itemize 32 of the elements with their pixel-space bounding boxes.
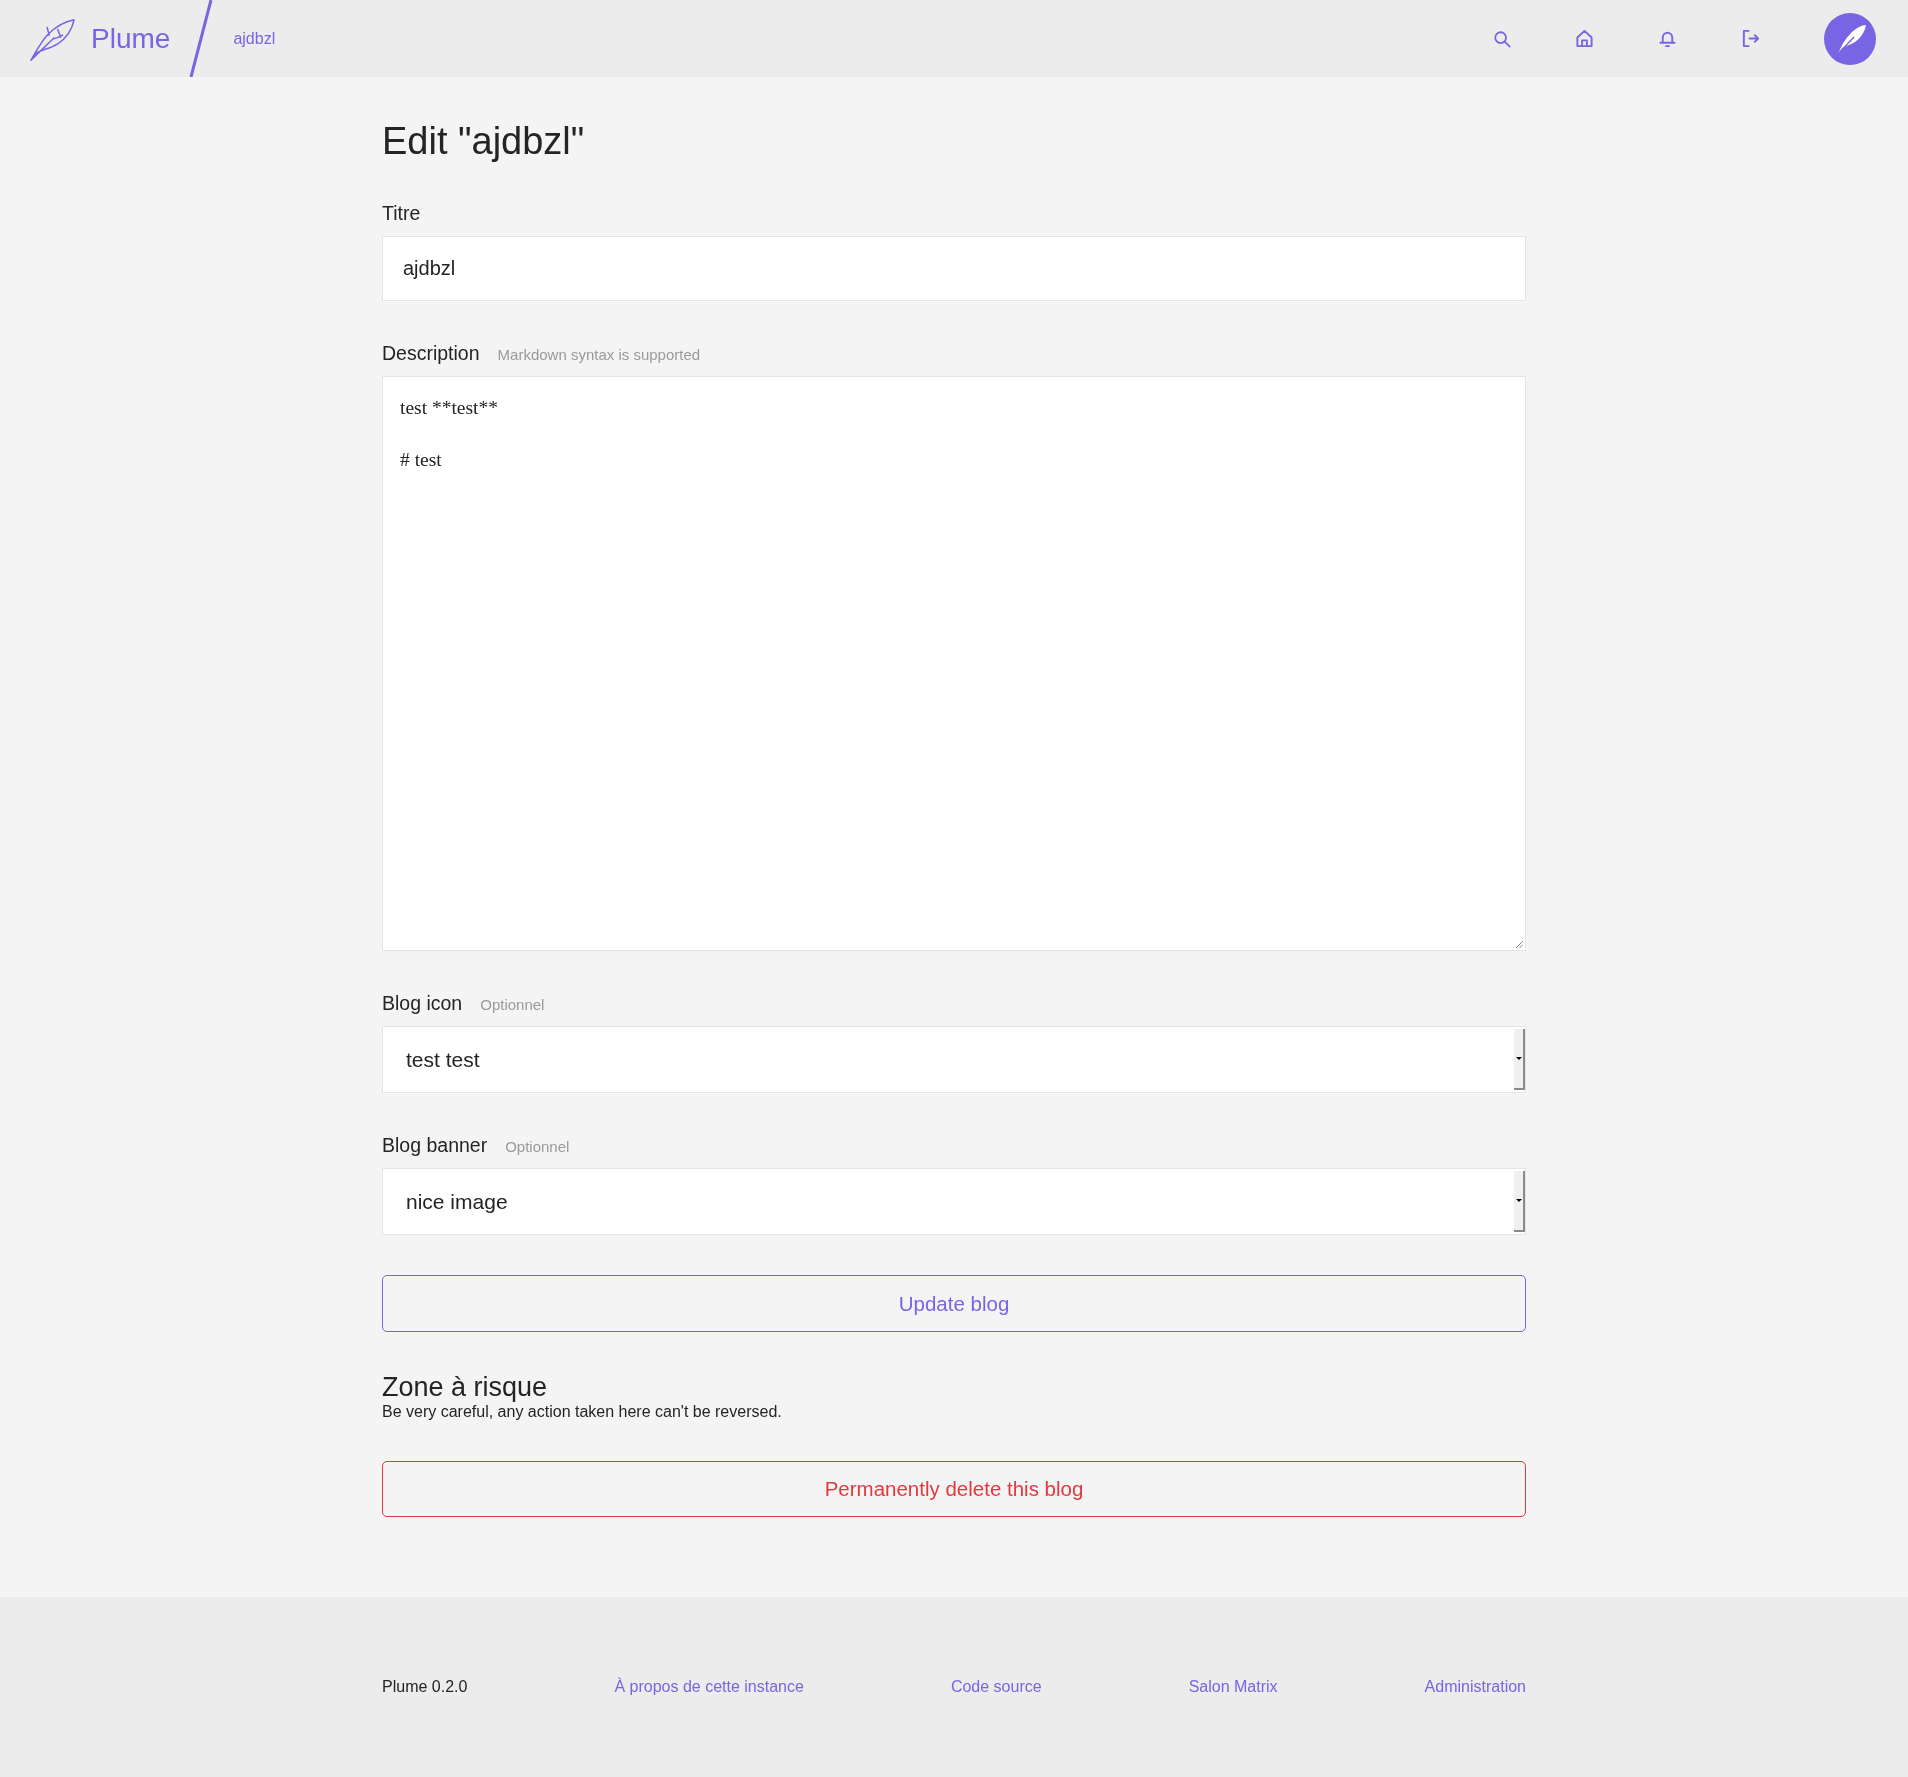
select-field[interactable]: nice image [382,1168,1526,1235]
update-button[interactable]: Update blog [382,1275,1526,1332]
version-text: Plume 0.2.0 [382,1678,468,1696]
textarea-field[interactable]: test **test** # test [382,376,1526,951]
field-label: Blog icon [382,991,463,1015]
warning-text: Be very careful, any action taken here can't be reversed. [382,1403,783,1421]
home-icon[interactable] [1575,29,1594,48]
resize-handle-icon[interactable] [1515,940,1523,948]
field-label: Description [382,341,480,365]
field-label: Titre [382,201,421,225]
field-label: Blog banner [382,1133,488,1157]
delete-button[interactable]: Permanently delete this blog [382,1461,1526,1517]
footer-link[interactable]: À propos de cette instance [614,1678,804,1696]
blog-link[interactable]: ajdbzl [233,29,276,48]
footer-link[interactable]: Salon Matrix [1188,1678,1278,1696]
text-field[interactable]: ajdbzl [382,236,1526,301]
caret-icon[interactable] [1514,1171,1525,1232]
hint-text: Markdown syntax is supported [497,345,701,365]
section-heading: Zone à risque [382,1371,549,1403]
caret-icon[interactable] [1514,1029,1525,1090]
logout-icon[interactable] [1741,29,1760,48]
page-title: Edit "ajdbzl" [382,119,586,164]
bell-icon[interactable] [1658,29,1677,48]
slash-icon [189,0,214,77]
brand-link[interactable]: Plume [91,22,171,55]
select-field[interactable]: test test [382,1026,1526,1093]
hint-text: Optionnel [480,995,545,1015]
search-icon[interactable] [1493,29,1511,48]
avatar-icon[interactable] [1824,12,1876,65]
footer-link[interactable]: Administration [1424,1678,1526,1696]
hint-text: Optionnel [505,1137,570,1157]
footer-link[interactable]: Code source [950,1678,1042,1696]
